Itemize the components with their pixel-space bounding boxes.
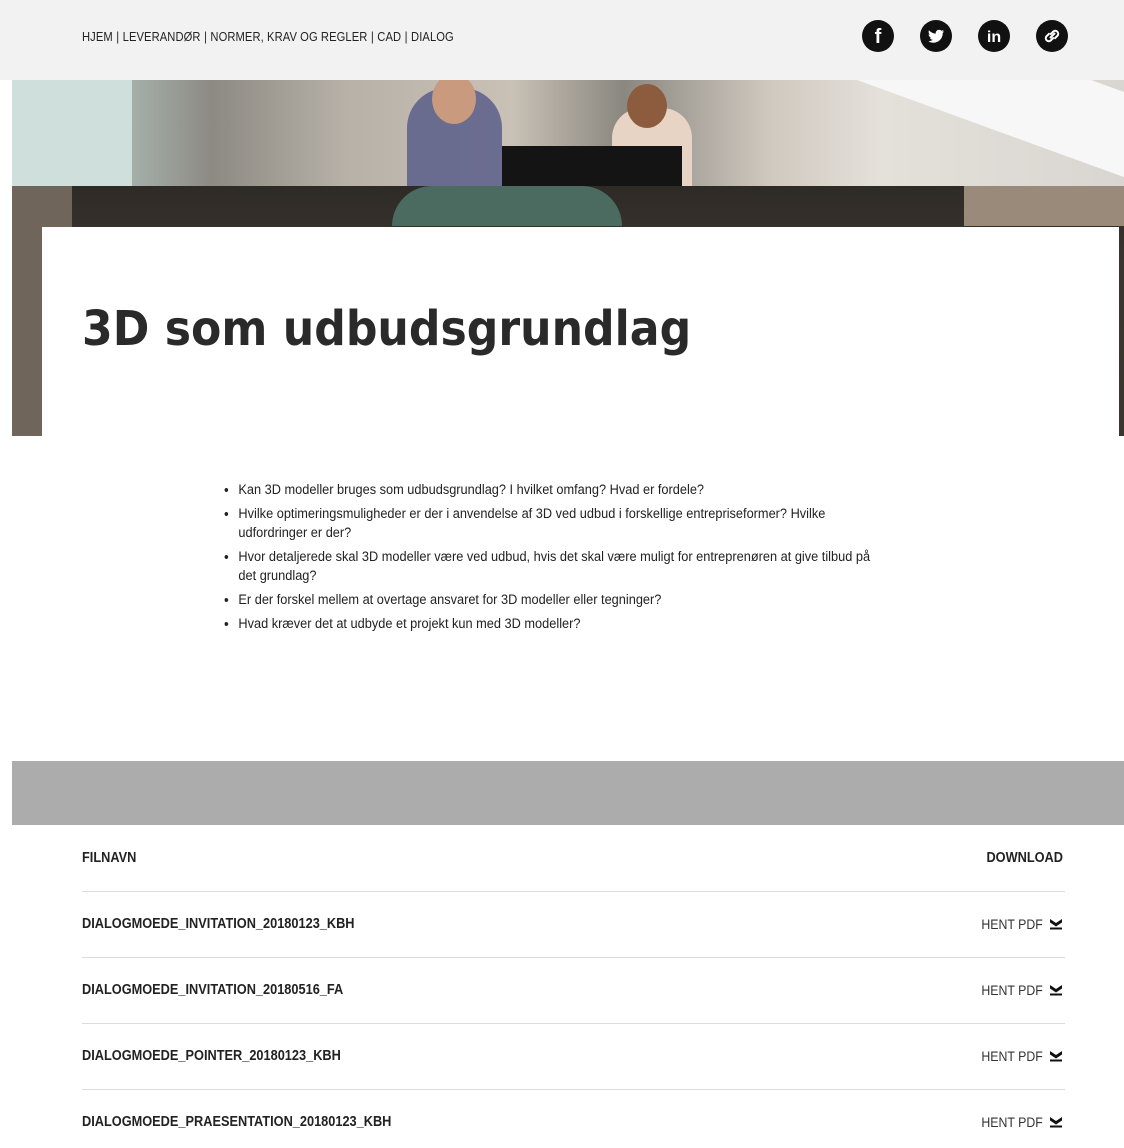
svg-text:in: in bbox=[987, 29, 1001, 46]
download-icon bbox=[1050, 919, 1062, 930]
download-icon bbox=[1050, 1117, 1062, 1128]
table-row: DIALOGMOEDE_INVITATION_20180123_KBH HENT… bbox=[82, 892, 1065, 958]
hero-ceiling bbox=[762, 80, 1124, 186]
nav-cad[interactable]: CAD bbox=[377, 29, 401, 44]
download-label: HENT PDF bbox=[981, 1048, 1043, 1064]
list-item: Hvor detaljerede skal 3D modeller være v… bbox=[224, 548, 890, 586]
download-label: HENT PDF bbox=[981, 982, 1043, 998]
page-title: 3D som udbudsgrundlag bbox=[82, 301, 692, 357]
section-divider-band bbox=[12, 761, 1124, 825]
hero-image bbox=[12, 80, 1124, 186]
column-header-download: DOWNLOAD bbox=[986, 850, 1063, 866]
nav-dialog[interactable]: DIALOG bbox=[411, 29, 454, 44]
download-pdf-link[interactable]: HENT PDF bbox=[973, 916, 1063, 932]
nav-separator: | bbox=[203, 29, 207, 44]
link-icon[interactable] bbox=[1036, 20, 1068, 52]
table-row: DIALOGMOEDE_POINTER_20180123_KBH HENT PD… bbox=[82, 1024, 1065, 1090]
svg-text:f: f bbox=[875, 26, 882, 48]
file-name: DIALOGMOEDE_INVITATION_20180123_KBH bbox=[82, 916, 355, 932]
content-card: 3D som udbudsgrundlag Kan 3D modeller br… bbox=[42, 227, 1119, 700]
nav-leverandor[interactable]: LEVERANDØR bbox=[123, 29, 201, 44]
download-pdf-link[interactable]: HENT PDF bbox=[973, 982, 1063, 998]
table-row: DIALOGMOEDE_INVITATION_20180516_FA HENT … bbox=[82, 958, 1065, 1024]
nav-separator: | bbox=[370, 29, 374, 44]
hero-speaker-2-head bbox=[627, 84, 667, 128]
nav-hjem[interactable]: HJEM bbox=[82, 29, 113, 44]
download-label: HENT PDF bbox=[981, 1114, 1043, 1130]
list-item: Kan 3D modeller bruges som udbudsgrundla… bbox=[224, 481, 890, 500]
list-item: Hvilke optimeringsmuligheder er der i an… bbox=[224, 505, 890, 543]
download-icon bbox=[1050, 1051, 1062, 1062]
file-name: DIALOGMOEDE_POINTER_20180123_KBH bbox=[82, 1048, 341, 1064]
top-bar: HJEM | LEVERANDØR | NORMER, KRAV OG REGLER | C… bbox=[0, 0, 1124, 80]
hero-podium bbox=[502, 146, 682, 186]
file-table: FILNAVN DOWNLOAD DIALOGMOEDE_INVITATION_… bbox=[82, 826, 1065, 1148]
hero-audience-right bbox=[964, 186, 1124, 226]
hero-slide-screen bbox=[12, 80, 132, 186]
nav-normer[interactable]: NORMER, KRAV OG REGLER bbox=[210, 29, 367, 44]
nav-separator: | bbox=[116, 29, 120, 44]
table-header: FILNAVN DOWNLOAD bbox=[82, 826, 1065, 892]
download-pdf-link[interactable]: HENT PDF bbox=[973, 1048, 1063, 1064]
twitter-icon[interactable] bbox=[920, 20, 952, 52]
nav-separator: | bbox=[404, 29, 408, 44]
list-item: Hvad kræver det at udbyde et projekt kun… bbox=[224, 615, 890, 634]
list-item: Er der forskel mellem at overtage ansvar… bbox=[224, 591, 890, 610]
linkedin-icon[interactable]: in bbox=[978, 20, 1010, 52]
table-row: DIALOGMOEDE_PRAESENTATION_20180123_KBH H… bbox=[82, 1090, 1065, 1148]
file-name: DIALOGMOEDE_PRAESENTATION_20180123_KBH bbox=[82, 1114, 392, 1130]
topic-list: Kan 3D modeller bruges som udbudsgrundla… bbox=[224, 481, 964, 639]
file-name: DIALOGMOEDE_INVITATION_20180516_FA bbox=[82, 982, 344, 998]
hero-audience-center bbox=[392, 186, 622, 226]
social-links: f in bbox=[862, 20, 1068, 52]
column-header-filename: FILNAVN bbox=[82, 850, 137, 866]
download-pdf-link[interactable]: HENT PDF bbox=[973, 1114, 1063, 1130]
download-label: HENT PDF bbox=[981, 916, 1043, 932]
download-icon bbox=[1050, 985, 1062, 996]
breadcrumb-nav: HJEM | LEVERANDØR | NORMER, KRAV OG REGLER | C… bbox=[82, 29, 454, 44]
facebook-icon[interactable]: f bbox=[862, 20, 894, 52]
